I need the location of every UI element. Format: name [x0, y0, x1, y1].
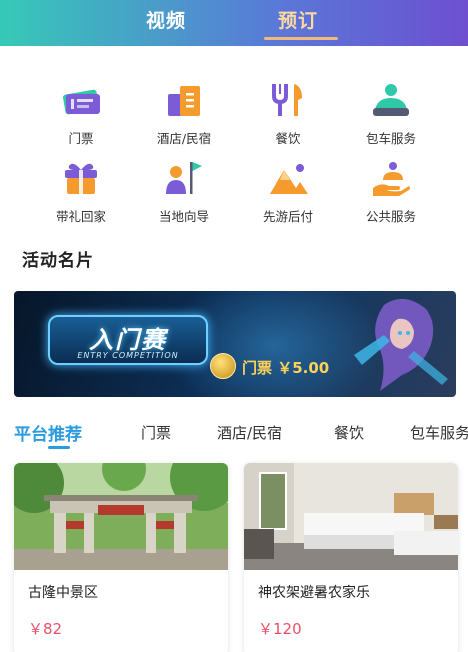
filter-tab-car[interactable]: 包车服务: [410, 422, 468, 443]
car-icon: [369, 80, 413, 120]
category-dining[interactable]: 餐饮: [238, 80, 338, 147]
category-label: 公共服务: [365, 209, 416, 224]
service-icon: [369, 158, 413, 198]
filter-tab-hotel[interactable]: 酒店/民宿: [217, 422, 282, 443]
product-card[interactable]: 古隆中景区 ￥82: [14, 463, 228, 652]
guide-icon: [162, 158, 206, 198]
card-price: ￥120: [258, 620, 302, 638]
card-price: ￥82: [28, 620, 63, 638]
category-gift[interactable]: 带礼回家: [31, 158, 131, 225]
card-title: 古隆中景区: [28, 585, 98, 601]
hotel-icon: [162, 80, 206, 120]
category-label: 带礼回家: [55, 209, 106, 224]
product-card[interactable]: 神农架避暑农家乐 ￥120: [244, 463, 458, 652]
coin-icon: [210, 353, 236, 379]
category-label: 包车服务: [365, 131, 416, 146]
banner-badge-subtitle: ENTRY COMPETITION: [77, 351, 179, 360]
category-label: 酒店/民宿: [156, 131, 212, 146]
category-label: 当地向导: [158, 209, 209, 224]
category-public-service[interactable]: 公共服务: [341, 158, 441, 225]
category-label: 餐饮: [275, 131, 301, 146]
card-image: [244, 463, 458, 570]
filter-tab-recommended[interactable]: 平台推荐: [14, 420, 82, 445]
filter-active-indicator: [48, 446, 70, 449]
tab-booking[interactable]: 预订: [278, 6, 318, 33]
dining-icon: [266, 80, 310, 120]
card-title: 神农架避暑农家乐: [258, 585, 370, 601]
section-title: 活动名片: [22, 251, 94, 271]
filter-tab-dining[interactable]: 餐饮: [334, 422, 364, 443]
banner-character-art: [344, 295, 456, 395]
mountain-icon: [266, 158, 310, 198]
tab-video[interactable]: 视频: [146, 6, 186, 33]
category-label: 门票: [68, 131, 94, 146]
card-image: [14, 463, 228, 570]
banner-badge: 入门赛 ENTRY COMPETITION: [48, 315, 208, 365]
category-pay-later[interactable]: 先游后付: [238, 158, 338, 225]
filter-tabs: 平台推荐 门票 酒店/民宿 餐饮 包车服务: [0, 418, 468, 454]
category-guide[interactable]: 当地向导: [134, 158, 234, 225]
gift-icon: [59, 158, 103, 198]
top-header: 视频 预订: [0, 0, 468, 46]
ticket-icon: [59, 80, 103, 120]
filter-tab-ticket[interactable]: 门票: [141, 422, 171, 443]
activity-banner[interactable]: 入门赛 ENTRY COMPETITION 门票 ￥5.00: [14, 291, 456, 397]
category-hotel[interactable]: 酒店/民宿: [134, 80, 234, 147]
category-car[interactable]: 包车服务: [341, 80, 441, 147]
banner-price: 门票 ￥5.00: [242, 359, 330, 377]
tab-active-indicator: [264, 37, 338, 40]
category-ticket[interactable]: 门票: [31, 80, 131, 147]
banner-badge-title: 入门赛: [89, 326, 167, 354]
category-label: 先游后付: [262, 209, 313, 224]
